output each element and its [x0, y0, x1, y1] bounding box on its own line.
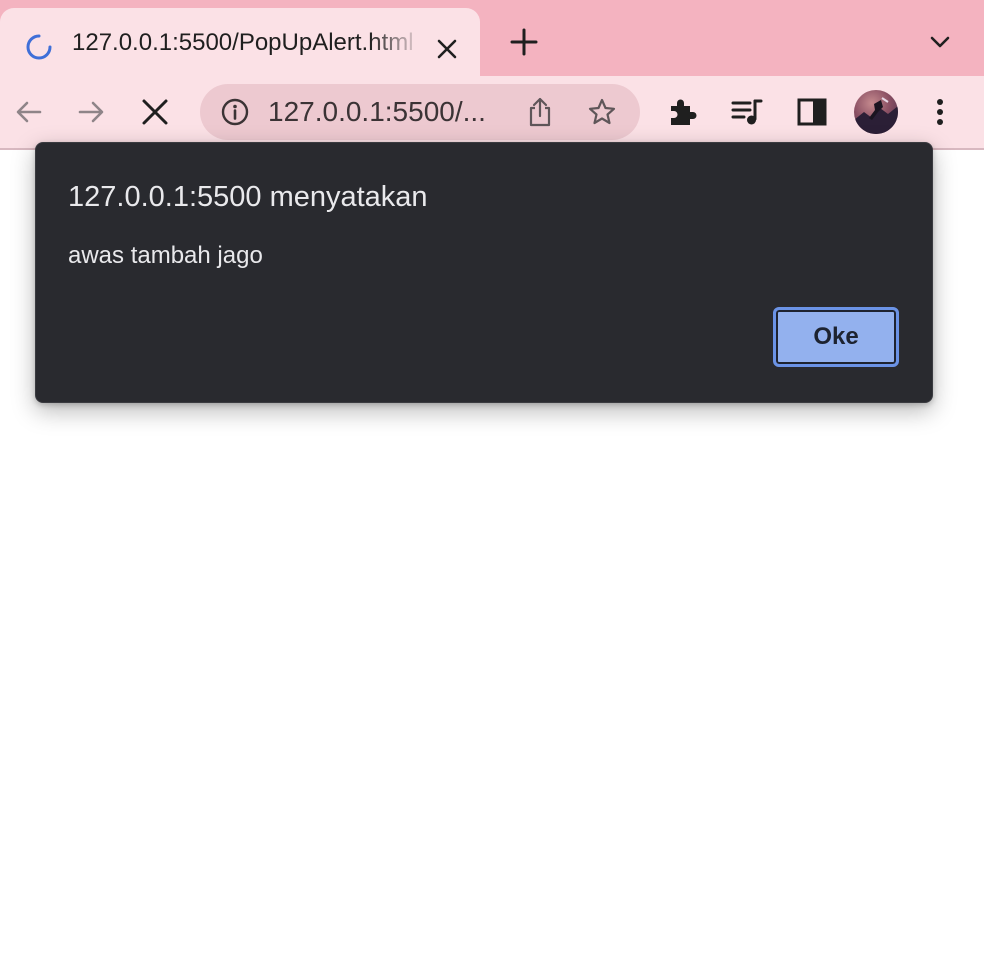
site-info-icon[interactable] [220, 97, 250, 127]
tab-title: 127.0.0.1:5500/PopUpAlert.html [72, 29, 414, 56]
extensions-puzzle-icon[interactable] [666, 95, 700, 129]
loading-spinner-icon [26, 34, 52, 60]
new-tab-plus-icon[interactable] [508, 26, 540, 58]
side-panel-icon[interactable] [795, 95, 829, 129]
browser-toolbar: 127.0.0.1:5500/... [0, 76, 984, 150]
address-url-text[interactable]: 127.0.0.1:5500/... [268, 96, 500, 128]
stop-loading-close-icon[interactable] [138, 95, 172, 129]
alert-message: awas tambah jago [68, 242, 263, 269]
bookmark-star-icon[interactable] [587, 97, 617, 127]
avatar-image [854, 97, 898, 134]
tab-strip: 127.0.0.1:5500/PopUpAlert.html [0, 0, 984, 76]
address-bar[interactable]: 127.0.0.1:5500/... [200, 84, 640, 140]
browser-tab[interactable]: 127.0.0.1:5500/PopUpAlert.html [0, 8, 480, 76]
ok-button[interactable]: Oke [773, 307, 899, 367]
tab-close-icon[interactable] [434, 36, 460, 62]
tab-search-chevron-down-icon[interactable] [926, 30, 954, 54]
forward-arrow-icon[interactable] [74, 95, 108, 129]
back-arrow-icon[interactable] [12, 95, 46, 129]
alert-title: 127.0.0.1:5500 menyatakan [68, 181, 428, 213]
share-icon[interactable] [526, 96, 554, 128]
three-dot-menu-icon[interactable] [923, 95, 957, 129]
profile-avatar[interactable] [854, 90, 898, 134]
media-control-icon[interactable] [730, 95, 764, 129]
alert-dialog: 127.0.0.1:5500 menyatakan awas tambah ja… [35, 142, 933, 403]
